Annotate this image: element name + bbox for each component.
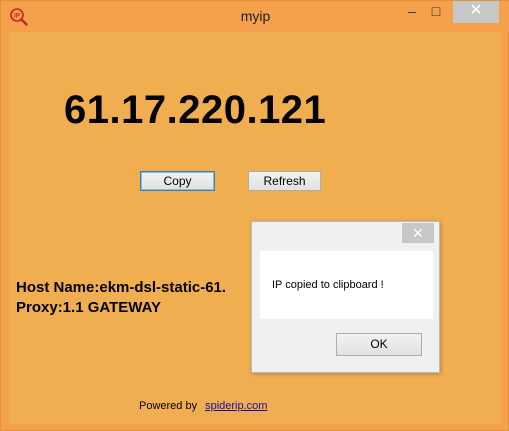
- ok-button[interactable]: OK: [336, 333, 422, 356]
- main-window: IP myip – □ ✕ 61.17.220.121 Copy Refresh…: [0, 0, 509, 431]
- spiderip-link[interactable]: spiderip.com: [205, 400, 267, 412]
- dialog-body: IP copied to clipboard !: [260, 251, 433, 319]
- copy-button[interactable]: Copy: [140, 171, 215, 191]
- powered-by-text: Powered by: [139, 400, 198, 412]
- message-dialog: ✕ IP copied to clipboard ! OK: [251, 221, 440, 373]
- close-icon[interactable]: ✕: [453, 1, 499, 23]
- minimize-icon[interactable]: –: [401, 1, 423, 23]
- maximize-icon[interactable]: □: [425, 1, 447, 23]
- refresh-button[interactable]: Refresh: [248, 171, 321, 191]
- powered-by-footer: Powered by spiderip.com: [139, 400, 267, 412]
- proxy-label: Proxy:1.1 GATEWAY: [16, 299, 162, 316]
- host-name-label: Host Name:ekm-dsl-static-61.: [16, 279, 227, 296]
- dialog-message: IP copied to clipboard !: [272, 279, 384, 291]
- dialog-close-icon[interactable]: ✕: [402, 223, 434, 243]
- title-bar[interactable]: IP myip – □ ✕: [1, 1, 509, 32]
- ip-address-display: 61.17.220.121: [64, 88, 327, 132]
